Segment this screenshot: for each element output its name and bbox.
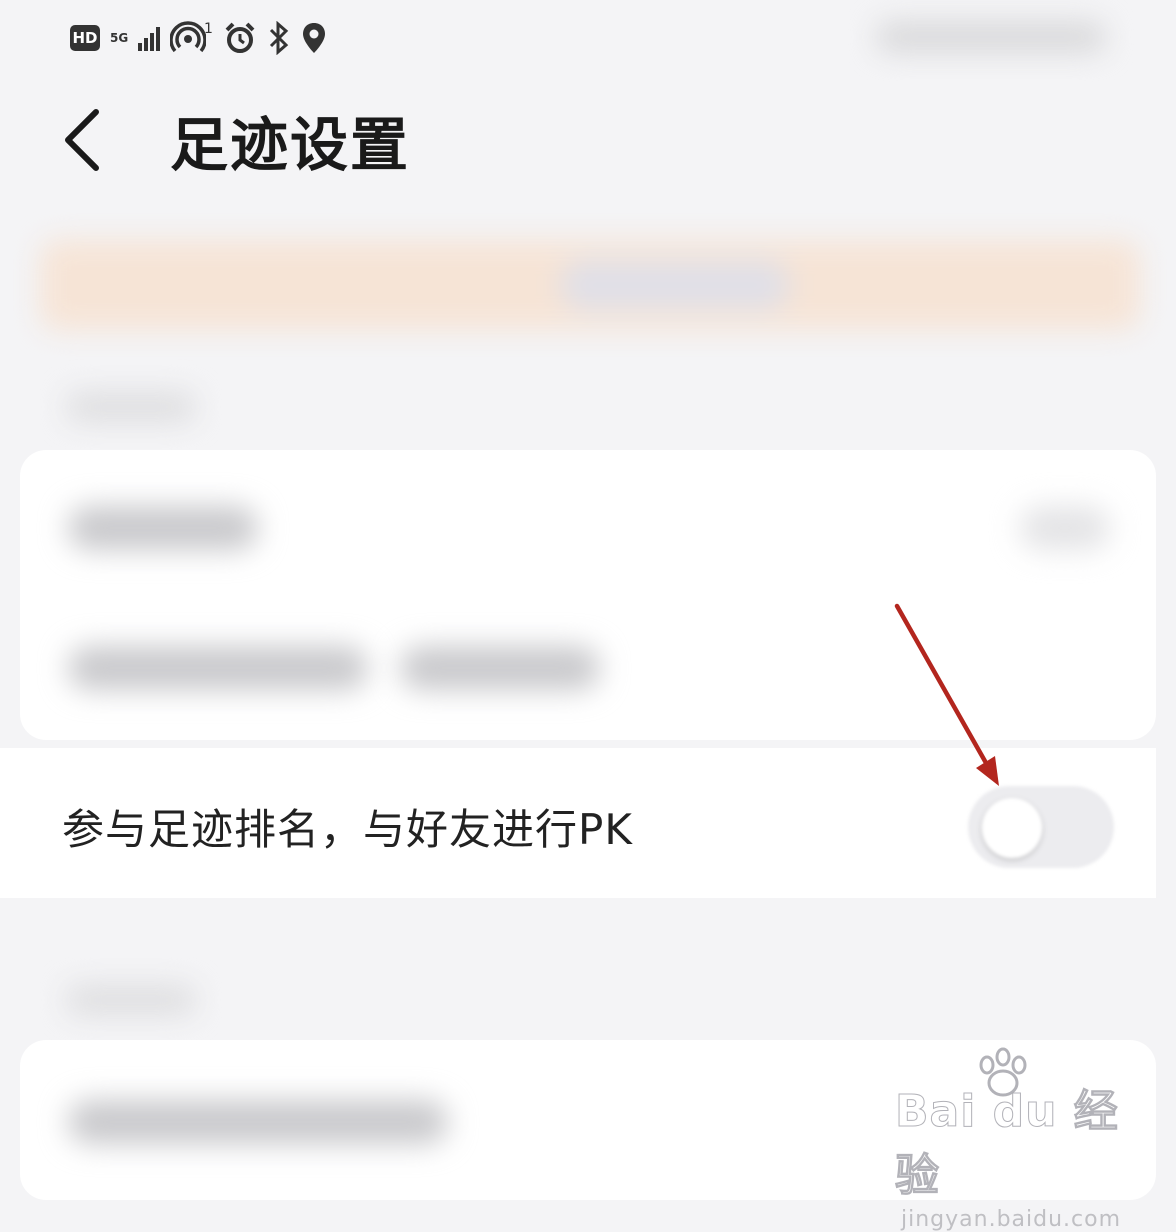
setting-toggle-blurred[interactable] [1020, 506, 1110, 550]
page-title: 足迹设置 [170, 111, 411, 179]
chevron-left-icon [65, 109, 99, 171]
back-button[interactable] [60, 95, 130, 185]
baidu-watermark: Bai du 经验 jingyan.baidu.com [895, 1045, 1125, 1232]
status-bar: HD 5G 1 [70, 16, 327, 60]
location-icon [302, 23, 325, 53]
section-header-blurred [66, 985, 196, 1015]
banner-button[interactable] [560, 260, 790, 310]
section-header-blurred [66, 392, 196, 422]
hd-icon: HD [70, 25, 100, 51]
settings-card-top [20, 450, 1156, 740]
setting-label-blurred [68, 1100, 448, 1144]
signal-icon [138, 25, 160, 51]
hotspot-icon [170, 21, 206, 53]
toggle-knob [982, 798, 1042, 858]
promo-banner[interactable] [40, 240, 1140, 330]
setting-label-blurred [68, 646, 368, 690]
bluetooth-icon [269, 21, 289, 55]
paw-icon [979, 1047, 1027, 1097]
app-header: 足迹设置 [60, 95, 410, 185]
alarm-icon [225, 22, 255, 53]
status-bar-right-blurred [876, 22, 1106, 52]
pk-ranking-label: 参与足迹排名，与好友进行PK [62, 805, 633, 854]
watermark-url: jingyan.baidu.com [901, 1207, 1122, 1232]
hotspot-count: 1 [204, 21, 213, 37]
setting-label-blurred [68, 506, 258, 550]
pk-ranking-toggle[interactable] [968, 786, 1114, 868]
network-type-label: 5G [110, 31, 129, 45]
pk-ranking-row: 参与足迹排名，与好友进行PK [0, 748, 1156, 898]
setting-label-blurred [400, 646, 600, 690]
